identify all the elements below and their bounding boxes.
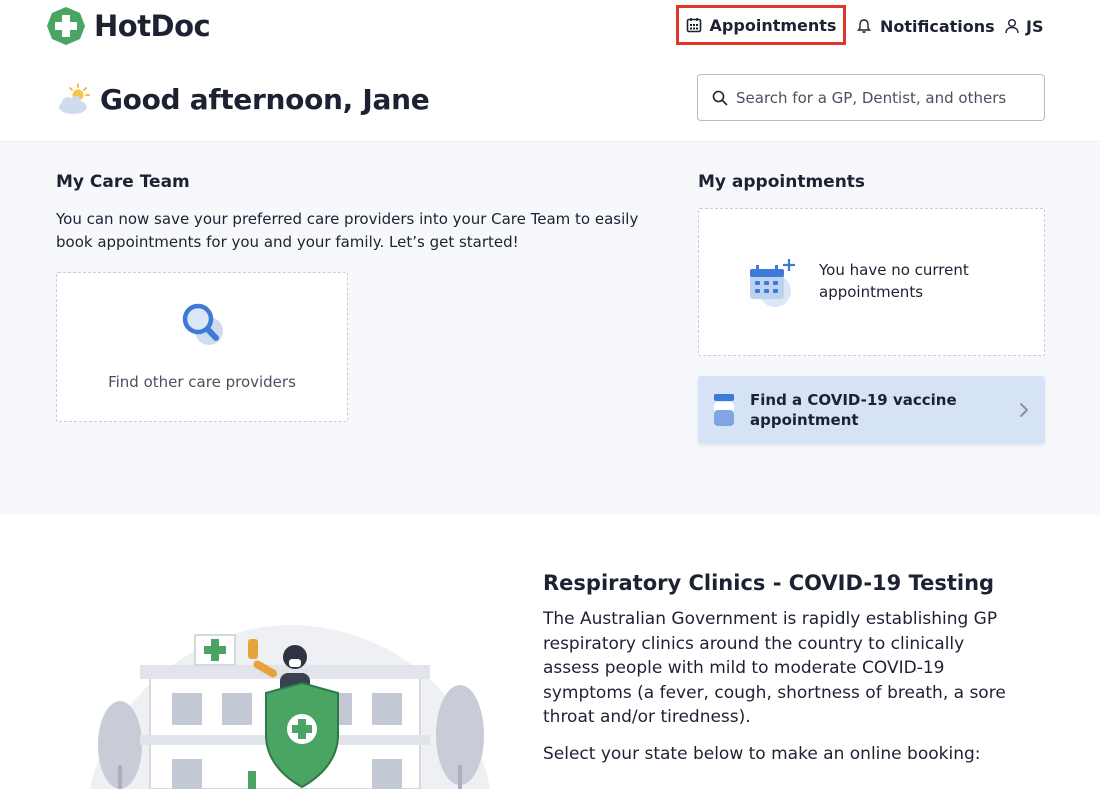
no-appointments-text: You have no current appointments	[819, 261, 969, 301]
dashboard-main: My Care Team You can now save your prefe…	[0, 142, 1100, 515]
respiratory-clinic-illustration	[90, 625, 490, 789]
calendar-icon	[686, 18, 701, 33]
magnifier-icon	[182, 303, 223, 345]
bell-icon	[857, 19, 871, 33]
user-icon	[1005, 19, 1019, 34]
vaccine-vial-icon	[714, 394, 734, 426]
hotdoc-logo[interactable]: HotDoc	[46, 6, 211, 46]
sun-cloud-icon	[59, 83, 90, 114]
nav-user-menu[interactable]: JS	[1004, 10, 1043, 42]
search-input[interactable]	[736, 88, 1036, 107]
greeting-header: Good afternoon, Jane	[0, 52, 1100, 142]
nav-notifications-label: Notifications	[880, 16, 995, 36]
search-icon	[712, 90, 728, 105]
respiratory-clinics-section: Respiratory Clinics - COVID-19 Testing T…	[0, 515, 1100, 789]
find-care-providers-label: Find other care providers	[108, 373, 296, 391]
greeting-text: Good afternoon, Jane	[100, 82, 430, 116]
hotdoc-logo-icon	[47, 7, 85, 45]
care-team-description: You can now save your preferred care pro…	[56, 210, 639, 251]
nav-notifications-link[interactable]: Notifications	[856, 10, 995, 42]
respiratory-clinics-title: Respiratory Clinics - COVID-19 Testing	[543, 571, 995, 595]
select-state-prompt: Select your state below to make an onlin…	[543, 744, 981, 764]
find-care-providers-card[interactable]: Find other care providers	[56, 272, 348, 422]
no-appointments-card: You have no current appointments	[698, 208, 1045, 356]
my-appointments-title: My appointments	[698, 172, 866, 192]
chevron-right-icon	[1020, 403, 1028, 417]
provider-search-box[interactable]	[697, 74, 1045, 121]
greeting: Good afternoon, Jane	[56, 82, 430, 116]
brand-name: HotDoc	[94, 9, 211, 43]
find-covid-vaccine-label: Find a COVID-19 vaccine appointment	[750, 391, 957, 429]
calendar-add-icon	[750, 259, 795, 307]
nav-appointments-link[interactable]: Appointments	[676, 5, 846, 45]
top-navigation-bar: HotDoc Appointments Notifications JS	[0, 0, 1100, 52]
find-covid-vaccine-button[interactable]: Find a COVID-19 vaccine appointment	[698, 376, 1045, 444]
care-team-title: My Care Team	[56, 172, 190, 192]
respiratory-clinics-description: The Australian Government is rapidly est…	[543, 609, 1006, 727]
user-initials: JS	[1026, 16, 1044, 36]
nav-appointments-label: Appointments	[709, 15, 837, 35]
